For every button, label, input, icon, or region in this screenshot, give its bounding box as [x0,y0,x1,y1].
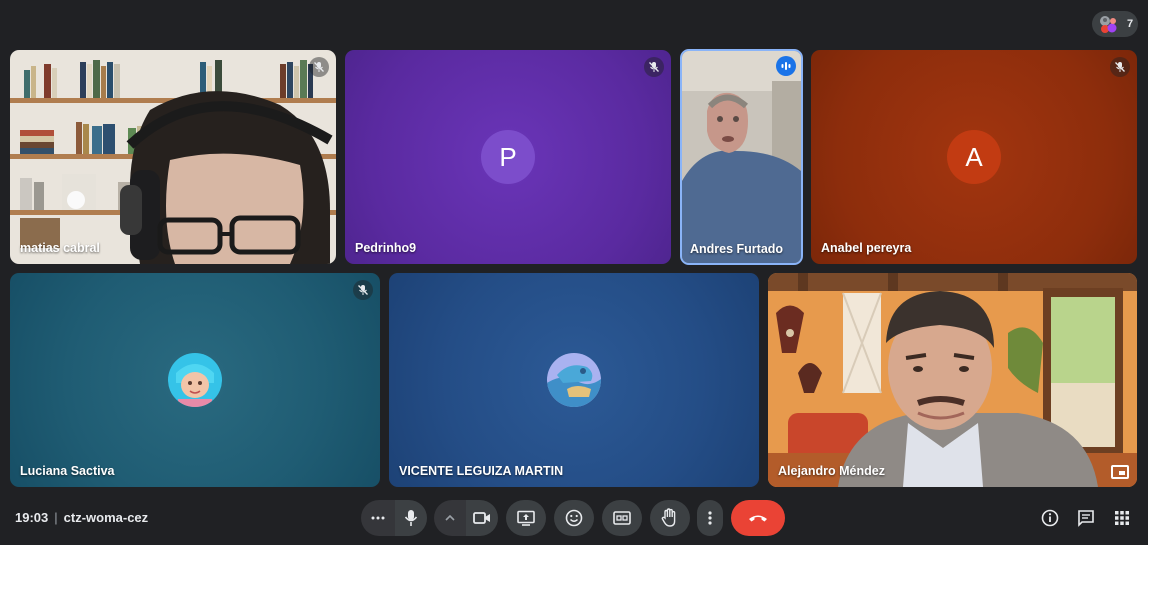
reactions-button[interactable] [554,500,594,536]
chevron-up-icon [445,515,455,521]
participant-tile-matias-cabral[interactable]: matias cabral [10,50,336,264]
captions-icon [613,511,631,525]
meeting-time: 19:03 [15,510,49,525]
mic-off-icon [314,62,324,72]
participant-name: matias cabral [20,241,100,255]
muted-indicator [309,57,329,77]
audio-level-icon [781,62,791,70]
profile-photo [547,353,601,407]
muted-indicator [1110,57,1130,77]
participant-name: Andres Furtado [690,242,784,256]
meeting-info: 19:03 | ctz-woma-cez [15,510,148,525]
participant-video [768,273,1137,487]
present-screen-icon [517,510,535,526]
participant-avatar: A [947,130,1001,184]
pin-indicator[interactable] [1111,465,1129,479]
leave-call-button[interactable] [731,500,785,536]
mic-off-icon [649,62,659,72]
participant-tile-alejandro-mendez[interactable]: Alejandro Méndez [768,273,1137,487]
avatar-initial: A [965,141,983,172]
muted-indicator [644,57,664,77]
raise-hand-button[interactable] [650,500,690,536]
video-camera-icon [473,512,490,524]
chat-icon [1078,510,1094,527]
microphone-button[interactable] [395,500,427,536]
participant-count: 7 [1127,18,1134,30]
camera-button[interactable] [466,500,498,536]
profile-photo [168,353,222,407]
activities-button[interactable] [1110,506,1134,530]
emoji-icon [565,509,583,527]
captions-button[interactable] [602,500,642,536]
meeting-separator: | [54,510,58,525]
participant-name: Luciana Sactiva [20,464,115,478]
participants-avatars-icon [1100,16,1117,33]
meeting-details-button[interactable] [1038,506,1062,530]
participant-tile-luciana-sactiva[interactable]: Luciana Sactiva [10,273,380,487]
control-bar: 19:03 | ctz-woma-cez [0,494,1148,545]
three-dots-icon [371,516,385,520]
meet-window: 7 matias cabral P Pedrinho9 Andres Furta… [0,0,1148,545]
muted-indicator [353,280,373,300]
video-options-button[interactable] [434,500,466,536]
participant-video [10,50,336,264]
avatar-initial: P [499,141,517,172]
audio-options-button[interactable] [361,500,395,536]
participant-video [682,51,801,263]
mic-off-icon [1115,62,1125,72]
info-icon [1041,509,1059,527]
participant-avatar [168,353,222,407]
participant-tile-andres-furtado[interactable]: Andres Furtado [680,49,803,265]
participant-avatar [547,353,601,407]
grid-icon [1115,511,1129,525]
participant-name: VICENTE LEGUIZA MARTIN [399,464,564,478]
hand-icon [661,508,676,527]
participant-name: Anabel pereyra [821,241,912,255]
more-vert-icon [708,511,712,525]
speaking-indicator [776,56,796,76]
more-options-button[interactable] [697,500,723,536]
participant-name: Pedrinho9 [355,241,417,255]
meeting-code: ctz-woma-cez [63,510,149,525]
microphone-icon [404,510,418,526]
chat-button[interactable] [1074,506,1098,530]
picture-in-picture-icon [1119,471,1125,475]
participant-name: Alejandro Méndez [778,464,885,478]
participants-button[interactable]: 7 [1092,11,1138,37]
present-button[interactable] [506,500,546,536]
participant-tile-pedrinho9[interactable]: P Pedrinho9 [345,50,671,264]
phone-hangup-icon [749,515,767,522]
participant-tile-anabel-pereyra[interactable]: A Anabel pereyra [811,50,1137,264]
mic-off-icon [358,285,368,295]
participant-tile-vicente-leguiza-martin[interactable]: VICENTE LEGUIZA MARTIN [389,273,759,487]
participant-avatar: P [481,130,535,184]
